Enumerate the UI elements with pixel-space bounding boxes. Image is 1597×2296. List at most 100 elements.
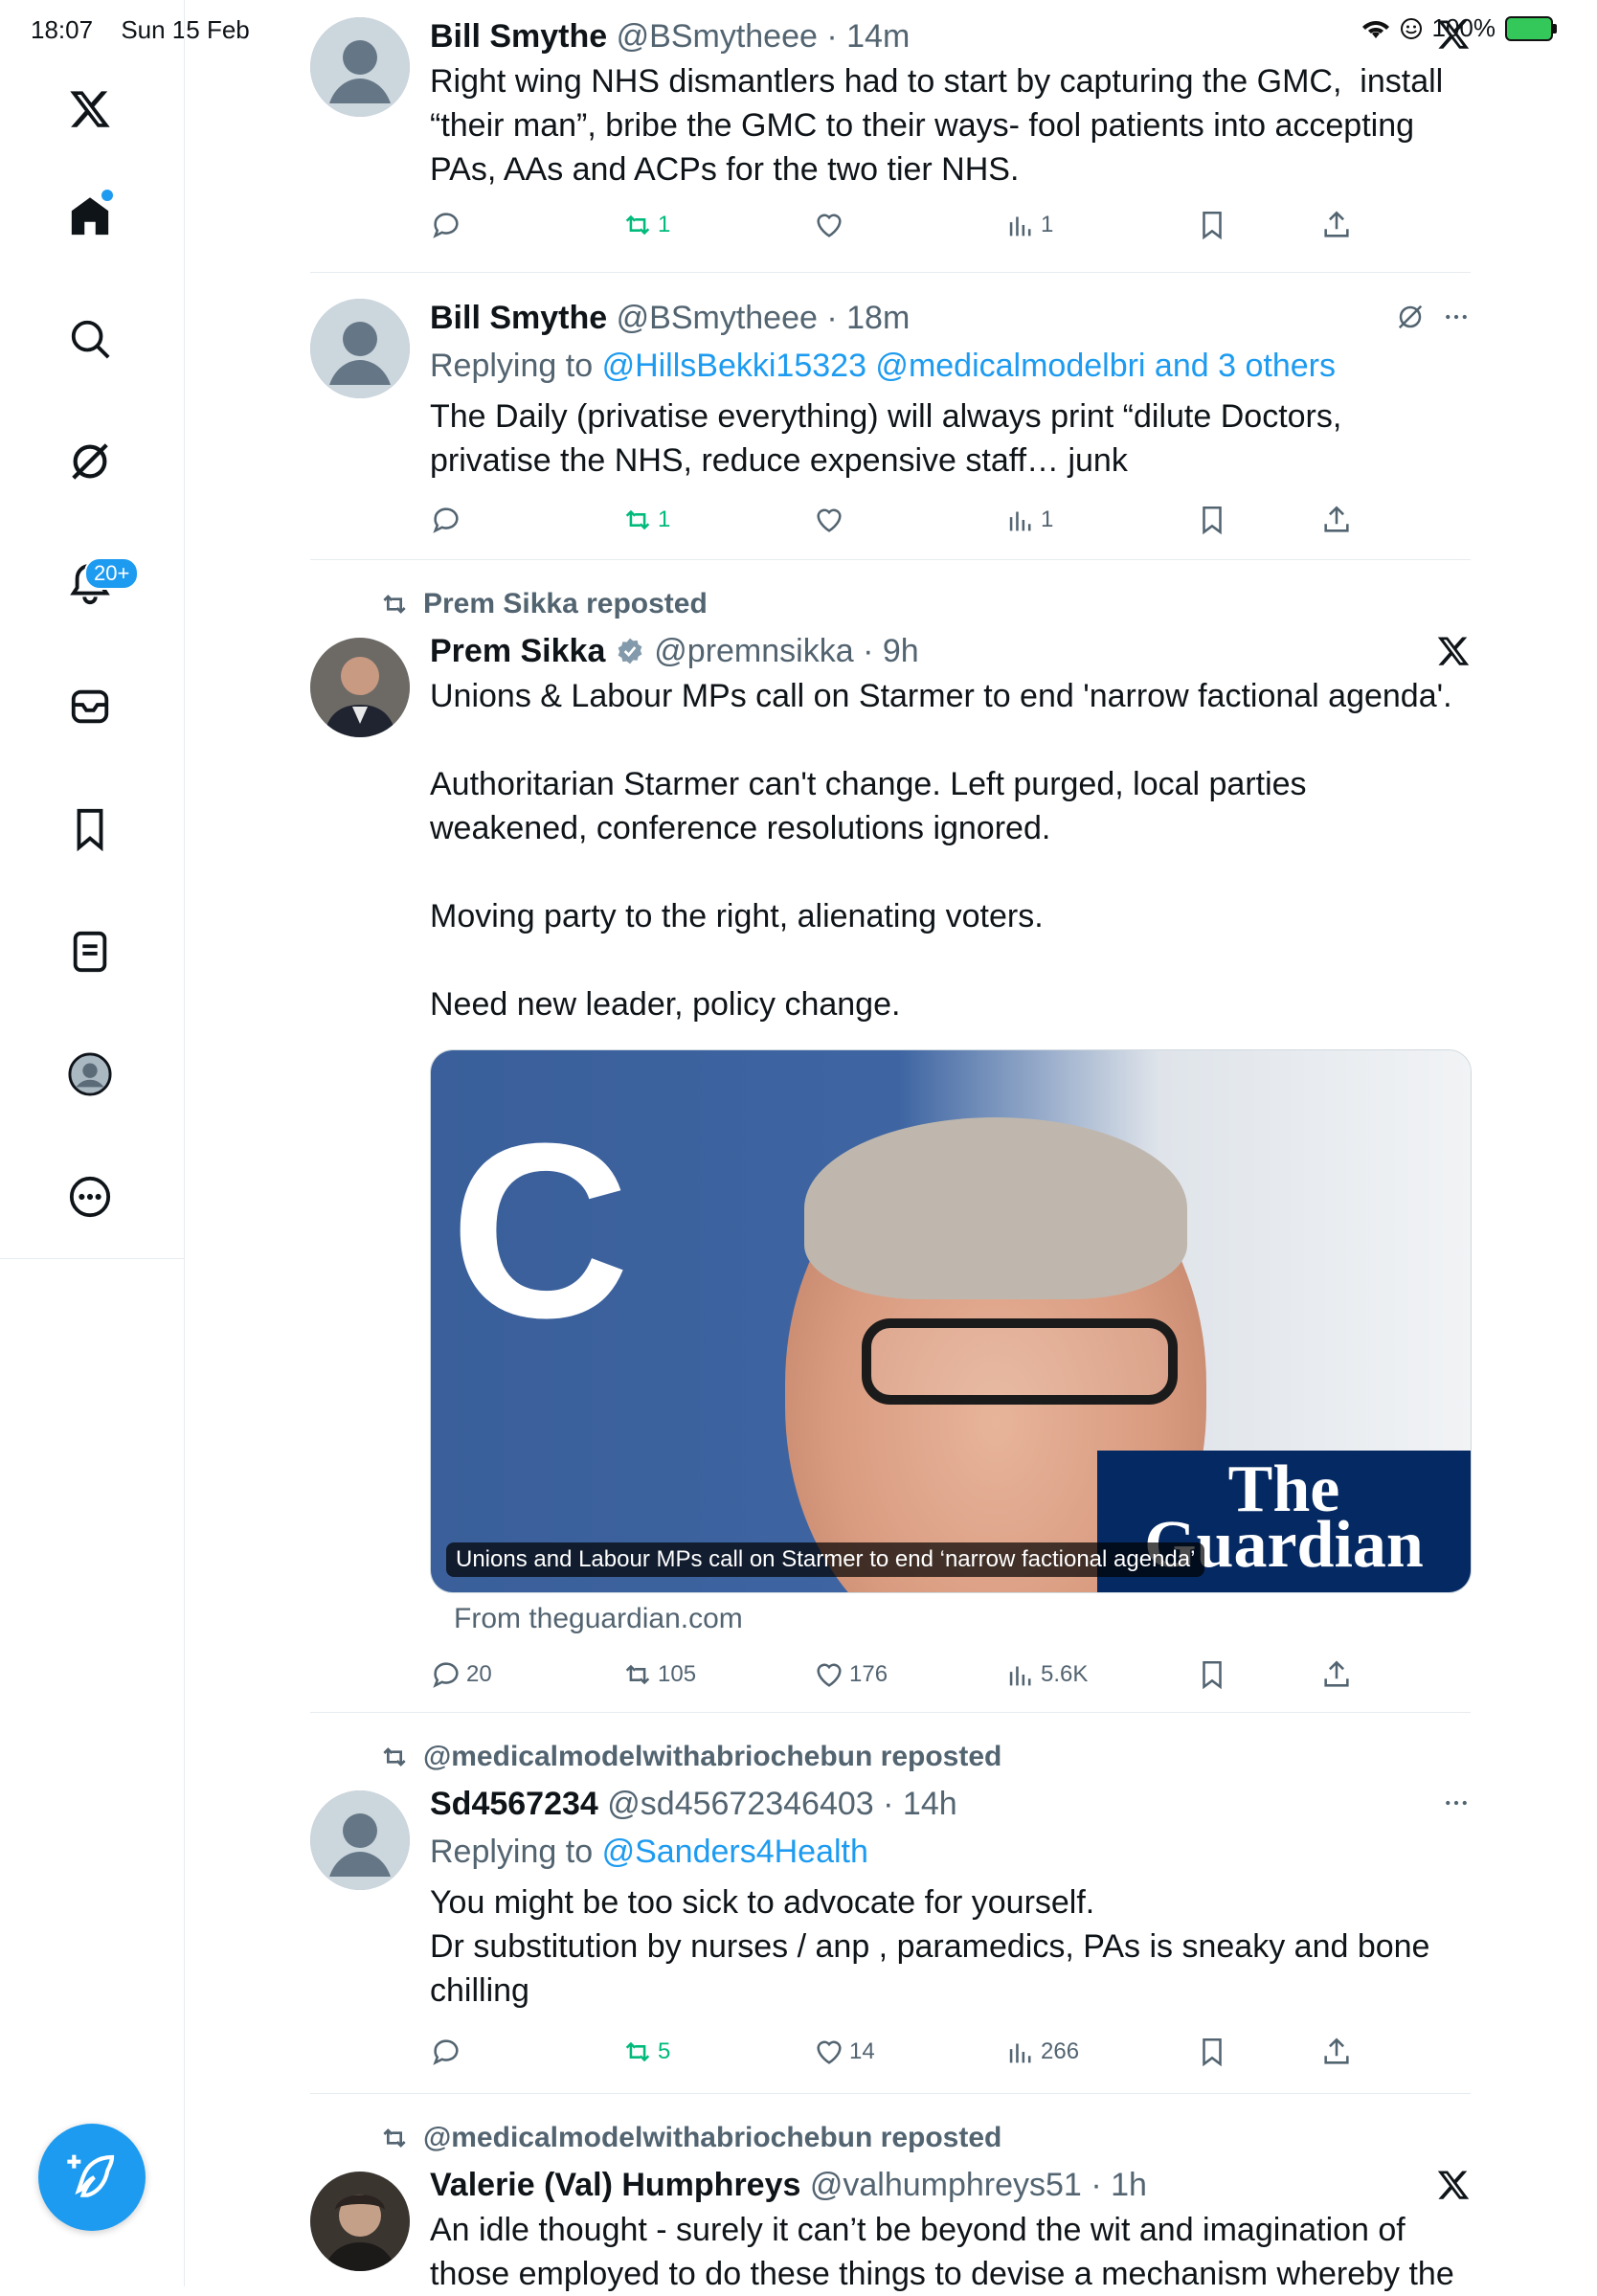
x-logo-icon[interactable] — [67, 86, 113, 132]
reply-icon — [433, 213, 459, 238]
like-button[interactable]: 14 — [813, 2036, 875, 2068]
author-name[interactable]: Prem Sikka — [430, 633, 605, 669]
tweet-text: The Daily (privatise everything) will al… — [430, 398, 1351, 479]
avatar[interactable] — [310, 2172, 410, 2271]
replying-to: Replying to @HillsBekki15323 @medicalmod… — [430, 347, 1469, 385]
views-chart-icon — [1009, 1666, 1031, 1686]
messages-icon[interactable] — [67, 684, 113, 730]
repost-label[interactable]: @medicalmodelwithabriochebun reposted — [379, 1741, 1001, 1773]
tweet-top-icons — [1396, 303, 1471, 331]
tweet-divider — [310, 1712, 1471, 1713]
bookmark-button[interactable] — [1196, 209, 1228, 241]
tweet-header: Sd4567234 @sd45672346403 · 14h — [430, 1785, 1469, 1823]
bookmark-icon — [1203, 211, 1222, 240]
tweet-header: Bill Smythe @BSmytheee · 14m — [430, 17, 1469, 56]
author-name[interactable]: Bill Smythe — [430, 18, 607, 55]
author-handle[interactable]: @valhumphreys51 — [810, 2167, 1082, 2203]
retweet-icon — [383, 595, 406, 614]
share-button[interactable] — [1320, 209, 1353, 241]
bookmark-button[interactable] — [1196, 504, 1228, 536]
replying-to: Replying to @Sanders4Health — [430, 1833, 1469, 1871]
tweet-header: Bill Smythe @BSmytheee · 18m — [430, 299, 1469, 337]
like-button[interactable] — [813, 504, 845, 536]
like-button[interactable] — [813, 209, 845, 241]
grok-explain-icon[interactable] — [1396, 303, 1425, 331]
x-brand-icon — [1437, 637, 1470, 665]
profile-avatar-icon[interactable] — [67, 1051, 113, 1097]
retweet-button[interactable]: 1 — [621, 504, 670, 536]
tweet-time[interactable]: · 14m — [826, 18, 910, 55]
tweet-time[interactable]: · 18m — [826, 300, 910, 336]
retweet-button[interactable]: 105 — [621, 1658, 696, 1691]
retweet-button[interactable]: 1 — [621, 209, 670, 241]
views-button[interactable]: 266 — [1004, 2036, 1079, 2068]
author-handle[interactable]: @sd45672346403 — [607, 1786, 873, 1822]
bookmark-icon — [1203, 1660, 1222, 1690]
views-chart-icon — [1009, 2043, 1031, 2063]
link-preview-card[interactable]: C The Guardian Unions and Labour MPs cal… — [430, 1049, 1472, 1593]
more-options-dots-icon[interactable] — [1442, 1789, 1471, 1817]
replying-to-prefix: Replying to — [430, 1834, 594, 1870]
reply-icon — [433, 2039, 459, 2065]
author-name[interactable]: Sd4567234 — [430, 1786, 598, 1822]
lists-icon[interactable] — [67, 929, 113, 975]
retweet-button[interactable]: 5 — [621, 2036, 670, 2068]
reply-button[interactable] — [430, 2036, 462, 2068]
views-count: 1 — [1041, 506, 1054, 532]
tweet-header: Prem Sikka @premnsikka · 9h — [430, 632, 1469, 670]
repost-label[interactable]: @medicalmodelwithabriochebun reposted — [379, 2122, 1001, 2154]
more-options-dots-icon[interactable] — [1442, 303, 1471, 331]
bookmark-button[interactable] — [1196, 1658, 1228, 1691]
share-icon — [1324, 506, 1349, 532]
reply-button[interactable] — [430, 209, 462, 241]
tweet-top-icons — [1436, 17, 1471, 61]
avatar[interactable] — [310, 299, 410, 398]
more-options-icon[interactable] — [67, 1174, 113, 1220]
views-button[interactable]: 1 — [1004, 504, 1053, 536]
grok-icon[interactable] — [67, 439, 113, 484]
share-button[interactable] — [1320, 2036, 1353, 2068]
reply-button[interactable] — [430, 504, 462, 536]
share-button[interactable] — [1320, 1658, 1353, 1691]
like-count: 176 — [849, 1661, 888, 1687]
author-handle[interactable]: @BSmytheee — [617, 18, 818, 55]
avatar[interactable] — [310, 638, 410, 737]
bookmarks-icon[interactable] — [67, 806, 113, 852]
author-handle[interactable]: @BSmytheee — [617, 300, 818, 336]
tweet-text: You might be too sick to advocate for yo… — [430, 1884, 1430, 2009]
retweet-icon — [625, 2041, 650, 2062]
author-name[interactable]: Bill Smythe — [430, 300, 607, 336]
tweet-time[interactable]: · 14h — [883, 1786, 957, 1822]
retweet-count: 5 — [658, 2038, 671, 2064]
compose-post-button[interactable] — [38, 2124, 146, 2231]
tweet-actions: 20 105 176 5.6K — [430, 1658, 1368, 1697]
tweet-actions: 1 1 — [430, 209, 1368, 247]
replying-to-users[interactable]: @Sanders4Health — [602, 1834, 868, 1870]
x-brand-icon — [1436, 17, 1471, 61]
repost-label[interactable]: Prem Sikka reposted — [379, 588, 708, 620]
tweet-divider — [310, 559, 1471, 560]
search-icon[interactable] — [67, 316, 113, 362]
bookmark-button[interactable] — [1196, 2036, 1228, 2068]
author-handle[interactable]: @premnsikka — [654, 633, 853, 669]
sidebar: 20+ — [0, 0, 185, 2286]
views-chart-icon — [1009, 511, 1031, 531]
card-source[interactable]: From theguardian.com — [454, 1603, 743, 1635]
views-button[interactable]: 5.6K — [1004, 1658, 1088, 1691]
views-count: 266 — [1041, 2038, 1080, 2064]
share-icon — [1324, 2037, 1349, 2064]
share-button[interactable] — [1320, 504, 1353, 536]
sidebar-divider — [0, 1258, 184, 1259]
tweet-top-icons — [1436, 634, 1471, 668]
tweet-time[interactable]: · 9h — [863, 633, 919, 669]
views-button[interactable]: 1 — [1004, 209, 1053, 241]
views-count: 1 — [1041, 212, 1054, 237]
tweet-time[interactable]: · 1h — [1091, 2167, 1147, 2203]
replying-to-users[interactable]: @HillsBekki15323 @medicalmodelbri and 3 … — [602, 348, 1336, 384]
avatar[interactable] — [310, 1790, 410, 1890]
author-name[interactable]: Valerie (Val) Humphreys — [430, 2167, 800, 2203]
avatar[interactable] — [310, 17, 410, 117]
repost-label-text: @medicalmodelwithabriochebun reposted — [423, 2122, 1002, 2153]
like-button[interactable]: 176 — [813, 1658, 888, 1691]
reply-button[interactable]: 20 — [430, 1658, 492, 1691]
